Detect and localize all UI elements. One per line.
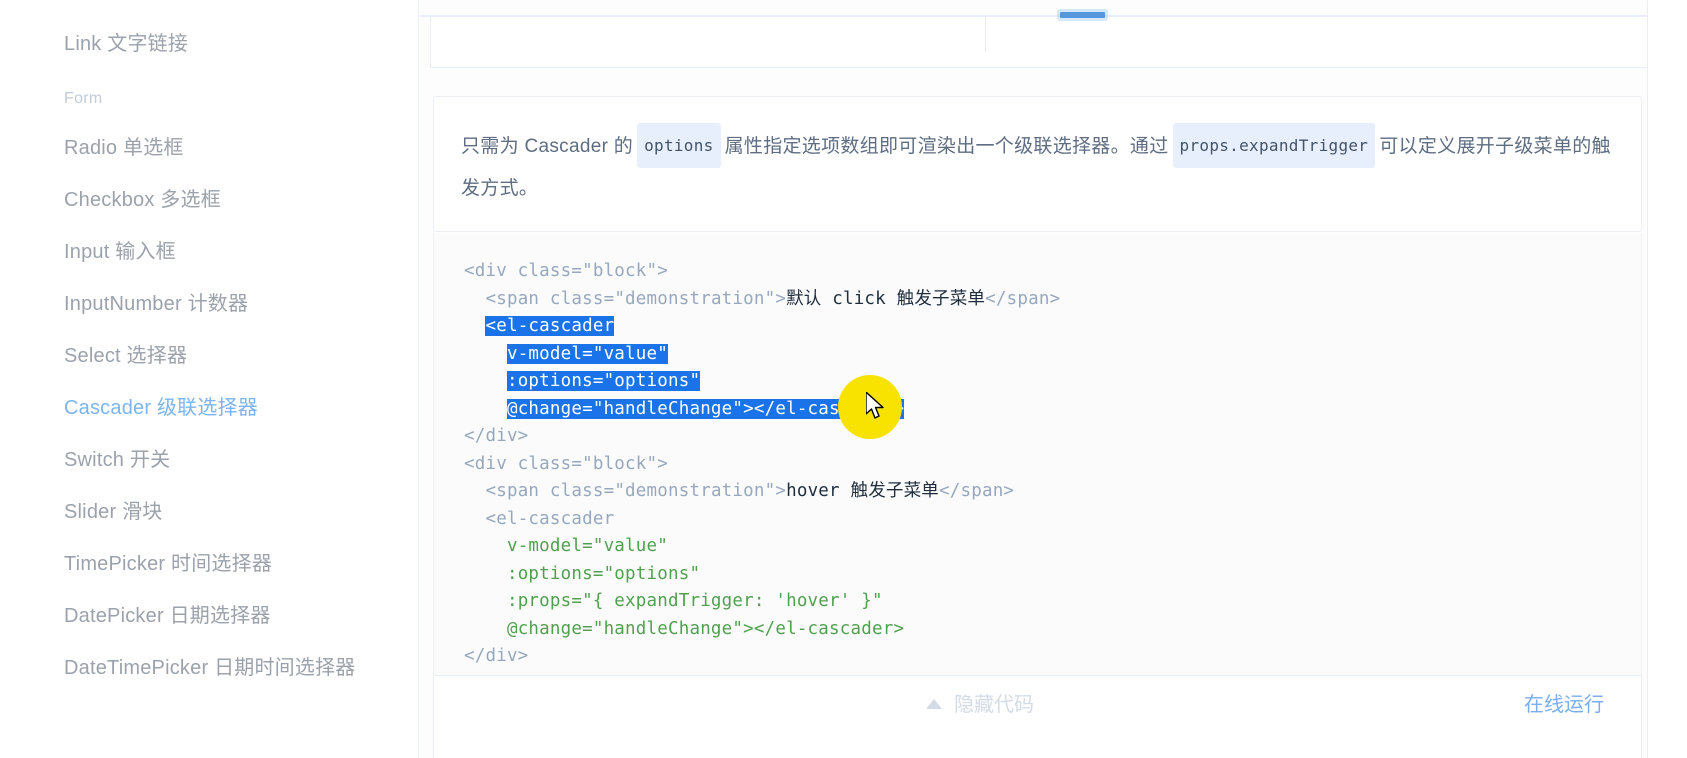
- code-token: <span class="demonstration">: [485, 481, 787, 501]
- inline-code-options: options: [637, 123, 721, 168]
- sidebar-item-cascader[interactable]: Cascader 级联选择器: [0, 382, 418, 434]
- code-line: @change="handleChange"></el-cascader>: [464, 619, 904, 639]
- code-line: v-model="value": [464, 536, 668, 556]
- code-token: v-model="value": [506, 536, 668, 556]
- code-token-selected: v-model="value": [506, 343, 668, 364]
- code-token: </span>: [985, 288, 1061, 309]
- page-root: Button 按钮Link 文字链接 Form Radio 单选框Checkbox …: [0, 0, 1687, 758]
- code-token: </div>: [464, 426, 529, 446]
- sidebar-item-datetimepicker[interactable]: DateTimePicker 日期时间选择器: [0, 642, 418, 694]
- sidebar-item-button[interactable]: Button 按钮: [0, 0, 418, 18]
- sidebar-item-select[interactable]: Select 选择器: [0, 330, 418, 382]
- cascader-input-separator: [985, 16, 986, 52]
- code-line: :options="options": [464, 371, 701, 391]
- run-online-link[interactable]: 在线运行: [1524, 688, 1604, 717]
- chevron-up-icon: [926, 699, 942, 709]
- click-highlight-blob: [838, 375, 902, 439]
- description-text: 只需为 Cascader 的 options 属性指定选项数组即可渲染出一个级联选择…: [461, 123, 1613, 209]
- code-line: :props="{ expandTrigger: 'hover' }": [464, 591, 883, 611]
- code-token: </div>: [464, 646, 529, 666]
- sidebar-item-input[interactable]: Input 输入框: [0, 226, 418, 278]
- code-line: <div class="block">: [464, 261, 668, 281]
- code-snippet-panel[interactable]: <div class="block"> <span class="demonst…: [433, 233, 1642, 675]
- code-line: <div class="block">: [464, 454, 668, 474]
- code-token: <div class="block">: [464, 453, 668, 474]
- sidebar-item-slider[interactable]: Slider 滑块: [0, 486, 418, 538]
- hide-code-label: 隐藏代码: [954, 694, 1034, 716]
- code-line: <el-cascader: [464, 509, 614, 529]
- page-scrollbar[interactable]: [1647, 0, 1667, 758]
- code-line: :options="options": [464, 564, 700, 584]
- sidebar-item-inputnumber[interactable]: InputNumber 计数器: [0, 278, 418, 330]
- sidebar-item-checkbox[interactable]: Checkbox 多选框: [0, 174, 418, 226]
- sidebar-item-switch[interactable]: Switch 开关: [0, 434, 418, 486]
- code-token: @change="handleChange"></el-cascader>: [506, 618, 905, 639]
- sidebar-item-radio[interactable]: Radio 单选框: [0, 122, 418, 174]
- main-content: 只需为 Cascader 的 options 属性指定选项数组即可渲染出一个级联选择…: [420, 0, 1667, 758]
- code-line: </div>: [464, 646, 528, 666]
- code-token: <span class="demonstration">: [485, 288, 787, 309]
- code-token: :props="{ expandTrigger: 'hover' }": [506, 591, 883, 611]
- description-part-1: 只需为 Cascader 的: [461, 136, 634, 157]
- code-token: </span>: [939, 481, 1015, 501]
- sidebar-item-timepicker[interactable]: TimePicker 时间选择器: [0, 538, 418, 590]
- sidebar-navigation: Button 按钮Link 文字链接 Form Radio 单选框Checkbox …: [0, 0, 419, 758]
- code-token: <div class="block">: [464, 261, 668, 281]
- inline-code-props-expandtrigger: props.expandTrigger: [1172, 123, 1376, 168]
- code-toolbar: 隐藏代码 在线运行: [433, 675, 1642, 758]
- sidebar-item-list: Button 按钮Link 文字链接 Form Radio 单选框Checkbox …: [0, 0, 418, 694]
- hide-code-button[interactable]: 隐藏代码: [926, 688, 1034, 717]
- code-token-selected: :options="options": [506, 371, 701, 391]
- code-token: hover 触发子菜单: [786, 481, 940, 501]
- code-line: <span class="demonstration">默认 click 触发子…: [464, 289, 1060, 309]
- sidebar-item-link[interactable]: Link 文字链接: [0, 18, 418, 70]
- description-callout: 只需为 Cascader 的 options 属性指定选项数组即可渲染出一个级联选择…: [433, 96, 1642, 232]
- code-token: :options="options": [506, 563, 701, 584]
- code-token: 默认 click 触发子菜单: [786, 288, 986, 309]
- description-part-2: 属性指定选项数组即可渲染出一个级联选择器。通过: [724, 136, 1169, 157]
- code-line: <span class="demonstration">hover 触发子菜单<…: [464, 481, 1014, 501]
- code-line: v-model="value": [464, 343, 668, 364]
- active-tab-indicator[interactable]: [1060, 12, 1105, 18]
- code-line: </div>: [464, 426, 528, 446]
- code-line: <el-cascader: [464, 316, 615, 336]
- demo-divider: [420, 15, 1667, 17]
- code-token-selected: <el-cascader: [485, 316, 615, 336]
- sidebar-item-datepicker[interactable]: DatePicker 日期选择器: [0, 590, 418, 642]
- sidebar-group-title: Form: [64, 90, 103, 107]
- code-token: <el-cascader: [485, 508, 615, 529]
- demo-preview-panel: [430, 16, 1655, 68]
- code-block[interactable]: <div class="block"> <span class="demonst…: [434, 233, 1641, 671]
